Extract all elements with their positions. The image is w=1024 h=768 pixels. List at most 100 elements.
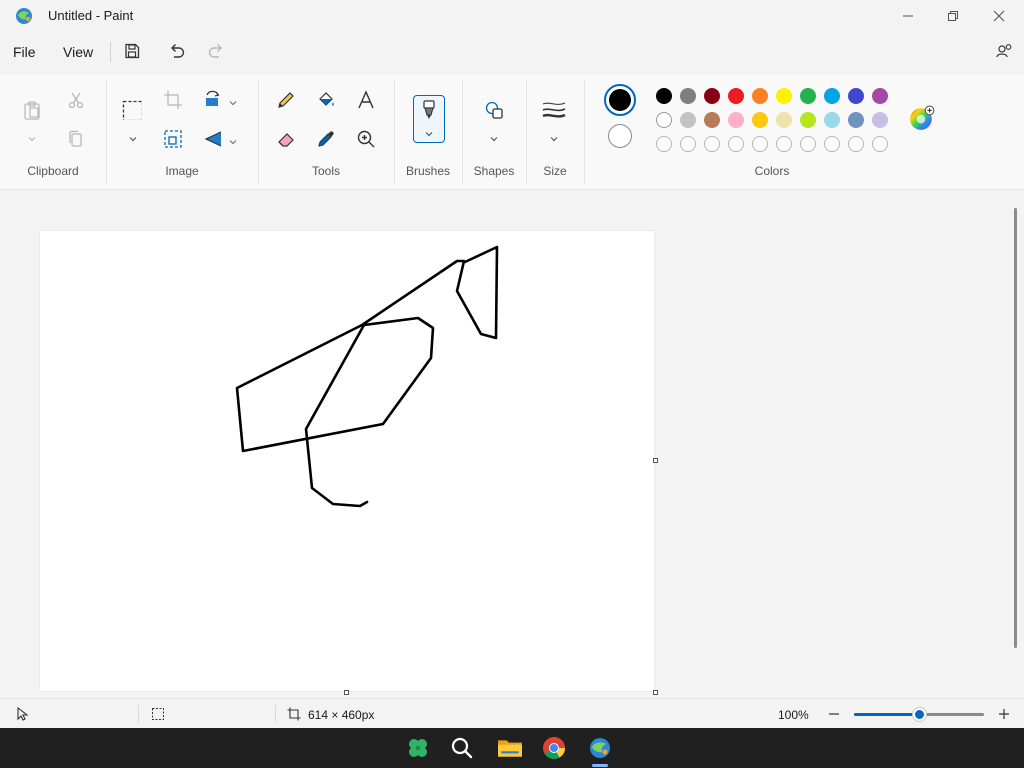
zoom-level: 100% [778,708,809,722]
shapes-dropdown-chevron-icon[interactable] [489,131,499,142]
group-label-image: Image [165,164,199,178]
text-button[interactable] [352,86,380,114]
primary-color-swatch [609,89,631,111]
group-label-colors: Colors [754,164,790,178]
palette-swatch[interactable] [752,88,768,104]
palette-swatch[interactable] [872,112,888,128]
custom-color-slot[interactable] [752,136,768,152]
select-dropdown-chevron-icon[interactable] [128,131,138,142]
flip-dropdown-chevron-icon[interactable] [228,134,238,145]
size-dropdown-chevron-icon[interactable] [549,131,559,142]
canvas-resize-handle-corner[interactable] [653,690,658,695]
paste-button[interactable] [18,96,46,124]
custom-color-slot[interactable] [848,136,864,152]
title-bar: Untitled - Paint [0,0,1024,32]
pencil-button[interactable] [272,86,300,114]
primary-color-selector[interactable] [604,84,636,116]
palette-swatch[interactable] [728,112,744,128]
custom-color-slot[interactable] [728,136,744,152]
color-wheel-icon [910,105,935,130]
close-button[interactable] [976,0,1022,32]
palette-swatch[interactable] [752,112,768,128]
group-label-size: Size [543,164,567,178]
scissors-icon [68,92,84,109]
taskbar-search-button[interactable] [448,734,476,762]
taskbar-file-explorer[interactable] [496,734,524,762]
palette-swatch[interactable] [872,88,888,104]
fill-button[interactable] [312,86,340,114]
paste-dropdown-chevron-icon[interactable] [27,131,37,142]
menu-view[interactable]: View [63,44,93,60]
custom-color-slot[interactable] [776,136,792,152]
drawing-canvas[interactable] [40,231,654,691]
minimize-button[interactable] [885,0,931,32]
palette-swatch[interactable] [728,88,744,104]
cut-button[interactable] [62,86,90,114]
vertical-scrollbar[interactable] [1014,208,1017,648]
palette-swatch[interactable] [824,112,840,128]
palette-swatch[interactable] [680,88,696,104]
plus-icon [999,709,1009,719]
menu-file[interactable]: File [13,44,36,60]
selection-size-icon [152,708,164,720]
brushes-button[interactable] [413,95,445,143]
status-bar: 614 × 460px 100% [0,698,1024,728]
drawn-polyline [235,245,499,508]
custom-color-slot[interactable] [800,136,816,152]
restore-button[interactable] [930,0,976,32]
palette-swatch[interactable] [656,112,672,128]
taskbar-chrome[interactable] [540,734,568,762]
palette-swatch[interactable] [704,88,720,104]
palette-swatch[interactable] [776,112,792,128]
color-picker-button[interactable] [312,125,340,153]
zoom-slider-track[interactable] [854,708,984,721]
palette-swatch[interactable] [800,112,816,128]
custom-color-slot[interactable] [704,136,720,152]
flip-button[interactable] [199,125,227,153]
palette-swatch[interactable] [848,112,864,128]
palette-swatch[interactable] [776,88,792,104]
account-button[interactable] [990,38,1018,64]
paint-bucket-icon [319,92,334,106]
paste-icon [24,101,40,120]
zoom-in-button[interactable] [996,706,1012,722]
canvas-resize-handle-bottom[interactable] [344,690,349,695]
resize-button[interactable] [159,125,187,153]
group-label-brushes: Brushes [405,164,451,178]
canvas-resize-handle-right[interactable] [653,458,658,463]
rotate-dropdown-chevron-icon[interactable] [228,95,238,106]
custom-color-slot[interactable] [872,136,888,152]
secondary-color-swatch[interactable] [608,124,632,148]
edit-colors-button[interactable] [908,104,936,132]
rotate-button[interactable] [199,86,227,114]
size-button[interactable] [540,96,568,124]
copy-button[interactable] [62,125,90,153]
redo-button[interactable] [202,38,230,64]
canvas-size-icon [287,707,301,721]
save-button[interactable] [118,38,146,64]
palette-swatch[interactable] [848,88,864,104]
select-button[interactable] [118,96,146,124]
taskbar-paint[interactable] [586,734,614,762]
pointer-position-icon [17,707,29,721]
undo-button[interactable] [163,38,191,64]
eraser-button[interactable] [272,125,300,153]
custom-color-slot[interactable] [824,136,840,152]
palette-swatch[interactable] [656,88,672,104]
zoom-out-button[interactable] [826,706,842,722]
custom-color-slot[interactable] [680,136,696,152]
rectangle-select-icon [122,100,142,120]
magnifier-button[interactable] [352,125,380,153]
palette-swatch[interactable] [704,112,720,128]
taskbar-start-button[interactable] [404,734,432,762]
palette-swatch[interactable] [824,88,840,104]
shapes-button[interactable] [480,96,508,124]
palette-swatch[interactable] [680,112,696,128]
crop-button[interactable] [159,86,187,114]
save-icon [125,43,140,59]
rotate-icon [206,90,220,106]
zoom-slider-fill [854,713,919,716]
palette-swatch[interactable] [800,88,816,104]
custom-color-slot[interactable] [656,136,672,152]
zoom-slider-thumb[interactable] [912,708,926,721]
